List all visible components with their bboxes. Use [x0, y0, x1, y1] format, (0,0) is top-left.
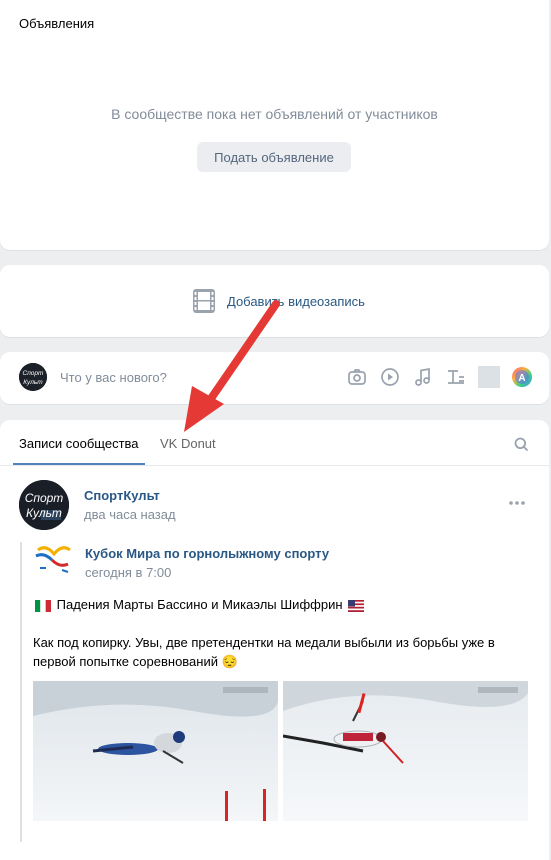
composer-attachments: A	[346, 366, 533, 388]
repost-author-name[interactable]: Кубок Мира по горнолыжному спорту	[85, 546, 329, 561]
new-post-input[interactable]: Что у вас нового?	[60, 370, 167, 385]
svg-text:A: A	[518, 373, 525, 384]
post-photo-2[interactable]	[283, 681, 528, 821]
video-card: Добавить видеозапись	[0, 265, 549, 337]
svg-text:Культ: Культ	[26, 506, 62, 520]
announcements-card: Объявления В сообществе пока нет объявле…	[0, 0, 549, 250]
search-icon[interactable]	[514, 437, 529, 457]
article-icon[interactable]	[445, 366, 467, 388]
camera-icon[interactable]	[346, 366, 368, 388]
feed-tabs: Записи сообщества VK Donut	[0, 420, 549, 466]
post-text-line2: Как под копирку. Увы, две претендентки н…	[33, 635, 495, 650]
community-feed: Записи сообщества VK Donut Спорт Культ С…	[0, 420, 549, 860]
italy-flag-icon	[35, 599, 51, 612]
repost-line	[20, 542, 22, 842]
post-photo-1[interactable]	[33, 681, 278, 821]
post-text-headline: Падения Марты Бассино и Микаэлы Шиффрин	[56, 597, 343, 612]
post-text-line3: первой попытке соревнований 😔	[33, 654, 238, 669]
video-play-icon[interactable]	[379, 366, 401, 388]
announcements-empty-text: В сообществе пока нет объявлений от учас…	[111, 106, 438, 122]
announcements-title: Объявления	[19, 16, 95, 31]
film-icon	[193, 289, 215, 313]
post-text-line1: Падения Марты Бассино и Микаэлы Шиффрин	[33, 595, 513, 614]
svg-text:Культ: Культ	[23, 379, 43, 386]
community-avatar: Спорт Культ	[19, 363, 47, 391]
post-author-name[interactable]: СпортКульт	[84, 488, 160, 503]
submit-announcement-button[interactable]: Подать объявление	[197, 142, 351, 172]
repost-timestamp[interactable]: сегодня в 7:00	[85, 565, 171, 580]
tab-vk-donut[interactable]: VK Donut	[160, 436, 216, 451]
music-icon[interactable]	[412, 366, 434, 388]
svg-text:Спорт: Спорт	[23, 370, 45, 377]
post-author-avatar[interactable]: Спорт Культ	[19, 480, 69, 530]
post-composer: Спорт Культ Что у вас нового? A	[0, 352, 549, 404]
add-video-label: Добавить видеозапись	[227, 293, 365, 309]
tab-community-posts[interactable]: Записи сообщества	[13, 436, 145, 465]
composer-divider	[478, 366, 500, 388]
add-video-link[interactable]: Добавить видеозапись	[192, 288, 365, 314]
fis-logo-icon[interactable]	[32, 546, 72, 576]
author-avatar-icon[interactable]: A	[511, 366, 533, 388]
more-options-icon[interactable]	[509, 492, 525, 510]
post-timestamp[interactable]: два часа назад	[84, 507, 176, 522]
svg-text:Спорт: Спорт	[25, 491, 64, 505]
usa-flag-icon	[348, 599, 365, 612]
